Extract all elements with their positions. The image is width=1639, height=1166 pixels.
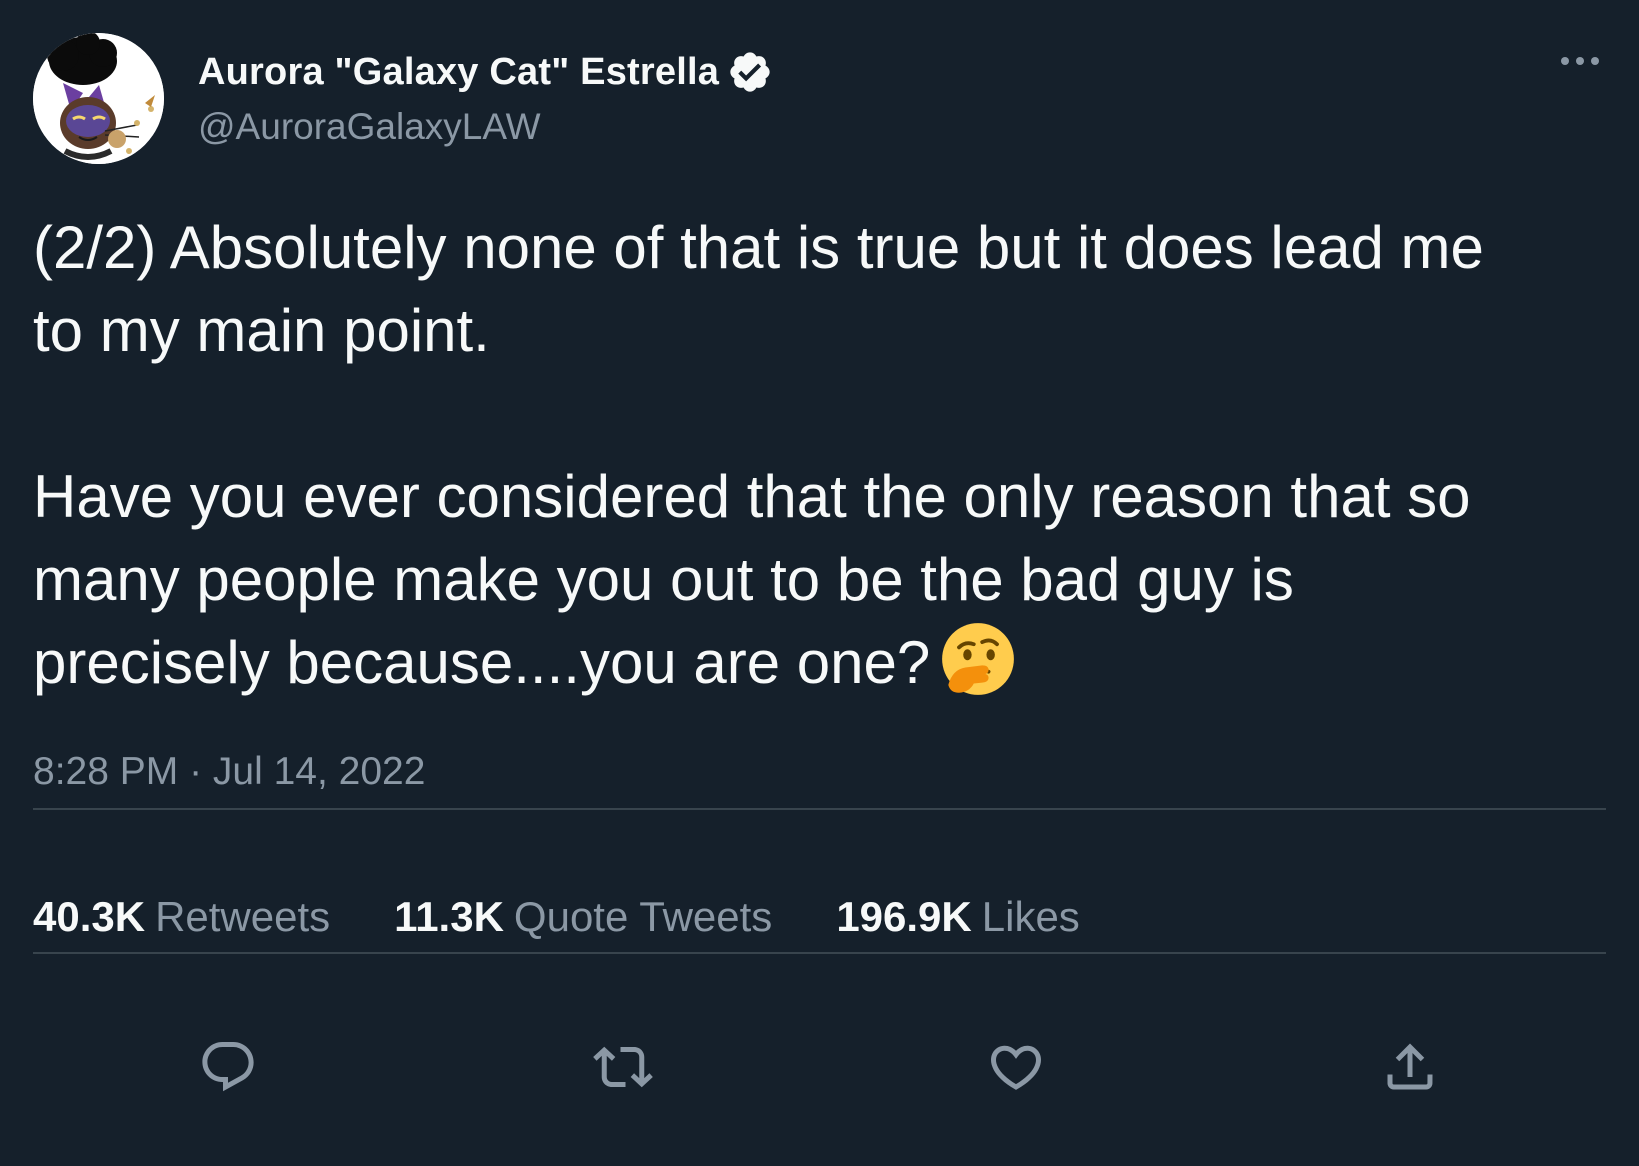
tweet-actions-bar — [0, 1029, 1639, 1105]
share-button[interactable] — [1372, 1029, 1448, 1105]
share-icon — [1387, 1043, 1433, 1090]
verified-badge-icon — [730, 52, 770, 92]
divider — [33, 952, 1606, 954]
tweet-text-line: precisely because....you are one? — [33, 629, 931, 696]
tweet-text-line: Have you ever considered that the only r… — [33, 463, 1471, 530]
tweet-text: (2/2) Absolutely none of that is true bu… — [33, 206, 1613, 704]
retweets-stat[interactable]: 40.3K Retweets — [33, 893, 330, 941]
tweet-text-line: many people make you out to be the bad g… — [33, 546, 1294, 613]
author-display-name[interactable]: Aurora "Galaxy Cat" Estrella — [198, 51, 719, 94]
retweets-label: Retweets — [155, 893, 331, 940]
retweets-count: 40.3K — [33, 893, 146, 940]
tweet-text-last-line: precisely because....you are one? — [33, 621, 1613, 704]
retweet-button[interactable] — [585, 1029, 661, 1105]
more-horizontal-icon-dot — [1576, 57, 1584, 65]
more-horizontal-icon-dot — [1591, 57, 1599, 65]
avatar[interactable] — [33, 33, 164, 164]
thinking-face-emoji-icon — [942, 623, 1015, 695]
tweet-detail: Aurora "Galaxy Cat" Estrella @AuroraGala… — [0, 0, 1639, 1166]
author-name-row[interactable]: Aurora "Galaxy Cat" Estrella — [198, 44, 773, 100]
quote-tweets-label: Quote Tweets — [513, 893, 773, 940]
like-button[interactable] — [978, 1029, 1054, 1105]
tweet-text-line: (2/2) Absolutely none of that is true bu… — [33, 214, 1484, 281]
quote-tweets-count: 11.3K — [394, 893, 504, 940]
heart-icon — [990, 1045, 1042, 1090]
likes-stat[interactable]: 196.9K Likes — [836, 893, 1080, 941]
likes-count: 196.9K — [836, 893, 972, 940]
divider — [33, 808, 1606, 810]
reply-icon — [202, 1042, 254, 1092]
quote-tweets-stat[interactable]: 11.3K Quote Tweets — [394, 893, 772, 941]
author-handle[interactable]: @AuroraGalaxyLAW — [198, 106, 541, 148]
tweet-stats: 40.3K Retweets 11.3K Quote Tweets 196.9K Li… — [33, 893, 1144, 941]
tweet-text-line: to my main point. — [33, 297, 490, 364]
likes-label: Likes — [981, 893, 1080, 940]
reply-button[interactable] — [190, 1029, 266, 1105]
more-options-button[interactable] — [1552, 44, 1608, 78]
tweet-timestamp[interactable]: 8:28 PM · Jul 14, 2022 — [33, 750, 425, 794]
more-horizontal-icon — [1561, 57, 1569, 65]
cartoon-cat-woman-avatar-icon — [33, 33, 164, 164]
retweet-icon — [593, 1046, 653, 1088]
